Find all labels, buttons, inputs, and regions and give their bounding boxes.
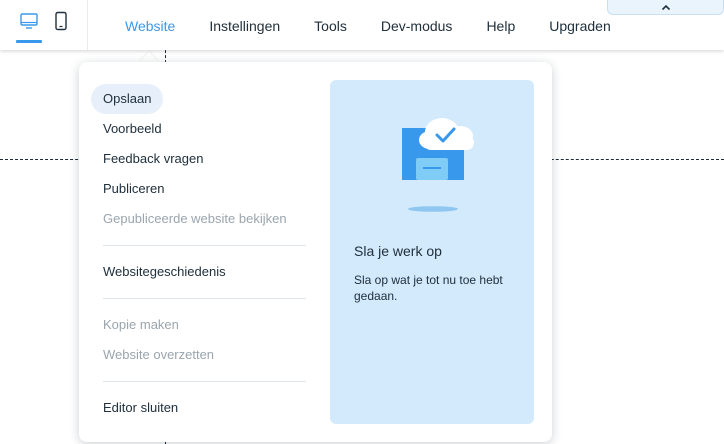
menu-help[interactable]: Help — [469, 0, 532, 50]
desktop-view-button[interactable] — [14, 11, 44, 43]
menu-item-opslaan[interactable]: Opslaan — [91, 84, 164, 114]
preview-title: Sla je werk op — [354, 243, 442, 259]
menu-website[interactable]: Website — [108, 0, 192, 50]
main-menu: Website Instellingen Tools Dev-modus Hel… — [108, 0, 628, 50]
menu-item-gepubliceerde-website-bekijken[interactable]: Gepubliceerde website bekijken — [91, 204, 299, 234]
menu-dev-modus[interactable]: Dev-modus — [364, 0, 470, 50]
menu-instellingen[interactable]: Instellingen — [192, 0, 297, 50]
menu-item-publiceren[interactable]: Publiceren — [91, 174, 176, 204]
preview-description: Sla op wat je tot nu toe hebt gedaan. — [354, 273, 503, 303]
mobile-icon — [51, 11, 71, 36]
device-switcher — [0, 0, 88, 50]
item-preview-card: Sla je werk op Sla op wat je tot nu toe … — [330, 80, 534, 424]
menu-divider — [103, 381, 306, 382]
save-cloud-icon — [392, 106, 492, 216]
menu-item-websitegeschiedenis[interactable]: Websitegeschiedenis — [91, 257, 238, 287]
menu-divider — [103, 245, 306, 246]
menu-item-kopie-maken[interactable]: Kopie maken — [91, 310, 191, 340]
menu-item-website-overzetten[interactable]: Website overzetten — [91, 340, 226, 370]
menu-item-editor-sluiten[interactable]: Editor sluiten — [91, 393, 190, 423]
collapse-topbar-button[interactable] — [607, 0, 724, 15]
chevron-up-icon — [661, 0, 671, 16]
dropdown-items: Opslaan Voorbeeld Feedback vragen Public… — [91, 84, 306, 423]
menu-item-feedback-vragen[interactable]: Feedback vragen — [91, 144, 215, 174]
desktop-icon — [19, 11, 39, 36]
active-view-indicator — [16, 40, 42, 43]
menu-item-voorbeeld[interactable]: Voorbeeld — [91, 114, 174, 144]
menu-tools[interactable]: Tools — [297, 0, 364, 50]
menu-divider — [103, 298, 306, 299]
website-dropdown-panel: Opslaan Voorbeeld Feedback vragen Public… — [79, 62, 552, 442]
mobile-view-button[interactable] — [46, 11, 76, 43]
